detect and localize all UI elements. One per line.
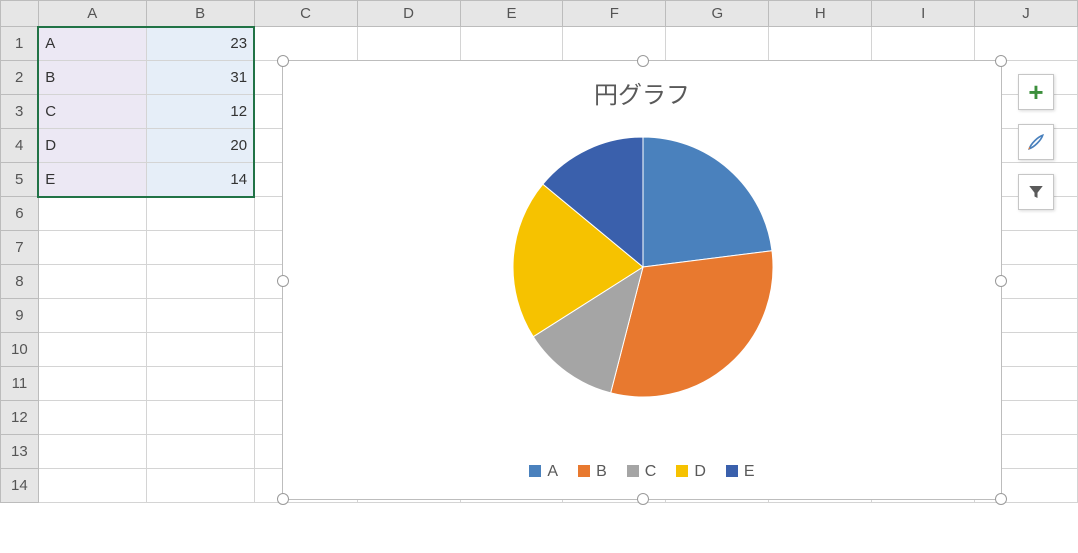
legend-item-A[interactable]: A: [529, 463, 558, 481]
cell-F1[interactable]: [563, 27, 666, 61]
row-header-2[interactable]: 2: [1, 61, 39, 95]
row-header-10[interactable]: 10: [1, 333, 39, 367]
cell-B2[interactable]: 31: [146, 61, 254, 95]
resize-handle-n[interactable]: [637, 55, 649, 67]
column-header-G[interactable]: G: [666, 1, 769, 27]
cell-C1[interactable]: [254, 27, 357, 61]
row-header-1[interactable]: 1: [1, 27, 39, 61]
column-header-A[interactable]: A: [38, 1, 146, 27]
cell-B12[interactable]: [146, 401, 254, 435]
cell-A1[interactable]: A: [38, 27, 146, 61]
pie-plot[interactable]: [513, 137, 773, 397]
cell-H1[interactable]: [769, 27, 872, 61]
legend-item-E[interactable]: E: [726, 463, 755, 481]
chart-side-tools: +: [1018, 74, 1054, 210]
cell-G1[interactable]: [666, 27, 769, 61]
legend-swatch-C: [627, 465, 639, 477]
column-header-H[interactable]: H: [769, 1, 872, 27]
cell-A6[interactable]: [38, 197, 146, 231]
cell-E1[interactable]: [460, 27, 563, 61]
legend-label-E: E: [744, 463, 755, 480]
cell-B3[interactable]: 12: [146, 95, 254, 129]
cell-A7[interactable]: [38, 231, 146, 265]
resize-handle-w[interactable]: [277, 275, 289, 287]
resize-handle-nw[interactable]: [277, 55, 289, 67]
legend-swatch-D: [676, 465, 688, 477]
cell-J1[interactable]: [975, 27, 1078, 61]
legend-swatch-A: [529, 465, 541, 477]
row-header-9[interactable]: 9: [1, 299, 39, 333]
chart-title[interactable]: 円グラフ: [283, 75, 1001, 110]
cell-B11[interactable]: [146, 367, 254, 401]
column-header-C[interactable]: C: [254, 1, 357, 27]
cell-B1[interactable]: 23: [146, 27, 254, 61]
legend-label-C: C: [645, 463, 657, 480]
cell-I1[interactable]: [872, 27, 975, 61]
cell-A3[interactable]: C: [38, 95, 146, 129]
cell-B6[interactable]: [146, 197, 254, 231]
chart-legend[interactable]: A B C D E: [283, 463, 1001, 481]
legend-swatch-B: [578, 465, 590, 477]
cell-A9[interactable]: [38, 299, 146, 333]
select-all-corner[interactable]: [1, 1, 39, 27]
legend-item-B[interactable]: B: [578, 463, 607, 481]
paintbrush-icon: [1026, 132, 1046, 152]
cell-B14[interactable]: [146, 469, 254, 503]
column-header-B[interactable]: B: [146, 1, 254, 27]
column-header-I[interactable]: I: [872, 1, 975, 27]
cell-B4[interactable]: 20: [146, 129, 254, 163]
cell-A10[interactable]: [38, 333, 146, 367]
pie-slice-A[interactable]: [643, 137, 772, 267]
legend-label-A: A: [547, 463, 558, 480]
legend-swatch-E: [726, 465, 738, 477]
chart-object[interactable]: 円グラフ A B C D E: [282, 60, 1002, 500]
cell-A13[interactable]: [38, 435, 146, 469]
cell-B5[interactable]: 14: [146, 163, 254, 197]
cell-A4[interactable]: D: [38, 129, 146, 163]
resize-handle-e[interactable]: [995, 275, 1007, 287]
column-header-J[interactable]: J: [975, 1, 1078, 27]
legend-label-B: B: [596, 463, 607, 480]
row-header-3[interactable]: 3: [1, 95, 39, 129]
cell-B10[interactable]: [146, 333, 254, 367]
cell-A12[interactable]: [38, 401, 146, 435]
legend-item-D[interactable]: D: [676, 463, 706, 481]
resize-handle-se[interactable]: [995, 493, 1007, 505]
chart-styles-button[interactable]: [1018, 124, 1054, 160]
row-header-13[interactable]: 13: [1, 435, 39, 469]
cell-B7[interactable]: [146, 231, 254, 265]
row-header-7[interactable]: 7: [1, 231, 39, 265]
resize-handle-sw[interactable]: [277, 493, 289, 505]
cell-A14[interactable]: [38, 469, 146, 503]
row-header-6[interactable]: 6: [1, 197, 39, 231]
row-header-4[interactable]: 4: [1, 129, 39, 163]
column-header-E[interactable]: E: [460, 1, 563, 27]
cell-A8[interactable]: [38, 265, 146, 299]
cell-B9[interactable]: [146, 299, 254, 333]
row-header-12[interactable]: 12: [1, 401, 39, 435]
resize-handle-s[interactable]: [637, 493, 649, 505]
cell-A11[interactable]: [38, 367, 146, 401]
cell-A2[interactable]: B: [38, 61, 146, 95]
row-header-8[interactable]: 8: [1, 265, 39, 299]
legend-item-C[interactable]: C: [627, 463, 657, 481]
resize-handle-ne[interactable]: [995, 55, 1007, 67]
legend-label-D: D: [694, 463, 706, 480]
cell-D1[interactable]: [357, 27, 460, 61]
cell-B13[interactable]: [146, 435, 254, 469]
chart-filter-button[interactable]: [1018, 174, 1054, 210]
funnel-icon: [1027, 183, 1045, 201]
cell-B8[interactable]: [146, 265, 254, 299]
column-header-D[interactable]: D: [357, 1, 460, 27]
column-header-F[interactable]: F: [563, 1, 666, 27]
cell-A5[interactable]: E: [38, 163, 146, 197]
row-header-5[interactable]: 5: [1, 163, 39, 197]
row-header-11[interactable]: 11: [1, 367, 39, 401]
row-header-14[interactable]: 14: [1, 469, 39, 503]
chart-elements-add-button[interactable]: +: [1018, 74, 1054, 110]
